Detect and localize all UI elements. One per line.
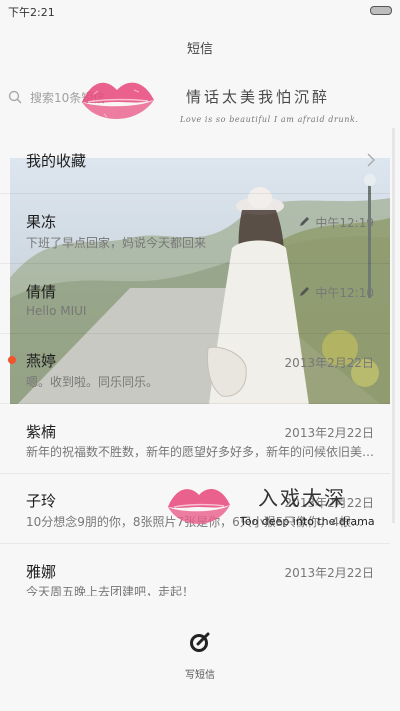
contact-name: 倩倩 bbox=[26, 283, 57, 301]
favorites-row[interactable]: 我的收藏 bbox=[0, 124, 390, 194]
conversation-row[interactable]: 果冻 中午12:19 下班了早点回家，妈说今天都回来 bbox=[0, 194, 390, 264]
chevron-right-icon bbox=[367, 153, 375, 167]
conversation-row[interactable]: 燕婷 2013年2月22日 嗯。收到啦。同乐同乐。 bbox=[0, 334, 390, 404]
status-time: 下午2:21 bbox=[8, 6, 55, 19]
message-date: 中午12:10 bbox=[315, 286, 374, 300]
contact-name: 燕婷 bbox=[26, 352, 57, 370]
message-preview: Hello MIUI bbox=[26, 304, 87, 318]
contact-name: 紫楠 bbox=[26, 423, 57, 441]
unread-dot bbox=[8, 356, 16, 364]
message-date: 2013年2月22日 bbox=[284, 566, 374, 580]
draft-pencil-icon bbox=[300, 217, 309, 226]
favorites-label: 我的收藏 bbox=[26, 152, 87, 170]
tagline-en: Love is so beautiful I am afraid drunk. bbox=[180, 115, 359, 124]
conversation-row[interactable]: 紫楠 2013年2月22日 新年的祝福数不胜数，新年的愿望好多好多，新年的问候依… bbox=[0, 404, 390, 474]
conversation-row[interactable]: 倩倩 中午12:10 Hello MIUI bbox=[0, 264, 390, 334]
drama-title-cn: 入戏太深 bbox=[258, 486, 346, 510]
bottom-bar: 写短信 bbox=[0, 596, 400, 711]
draft-pencil-icon bbox=[300, 287, 309, 296]
contact-name: 子玲 bbox=[26, 492, 57, 510]
message-date: 2013年2月22日 bbox=[284, 426, 374, 440]
message-date: 中午12:19 bbox=[315, 216, 374, 230]
status-bar: 下午2:21 bbox=[0, 0, 400, 22]
drama-title-en: Too deep into the drama bbox=[240, 515, 375, 528]
compose-icon[interactable] bbox=[189, 632, 211, 654]
compose-label[interactable]: 写短信 bbox=[0, 666, 400, 681]
lips-icon bbox=[82, 82, 154, 119]
message-preview: 下班了早点回家，妈说今天都回来 bbox=[26, 236, 207, 250]
lips-icon bbox=[168, 489, 230, 524]
scrollbar[interactable] bbox=[392, 128, 395, 523]
tagline-cn: 情话太美我怕沉醉 bbox=[186, 88, 331, 106]
contact-name: 果冻 bbox=[26, 213, 57, 231]
message-preview: 新年的祝福数不胜数，新年的愿望好多好多，新年的问候依旧美… bbox=[26, 445, 374, 459]
contact-name: 雅娜 bbox=[26, 563, 57, 581]
message-date: 2013年2月22日 bbox=[284, 356, 374, 370]
message-preview: 嗯。收到啦。同乐同乐。 bbox=[26, 375, 159, 389]
battery-icon bbox=[370, 6, 392, 15]
search-icon bbox=[8, 90, 22, 104]
page-title: 短信 bbox=[186, 42, 213, 57]
